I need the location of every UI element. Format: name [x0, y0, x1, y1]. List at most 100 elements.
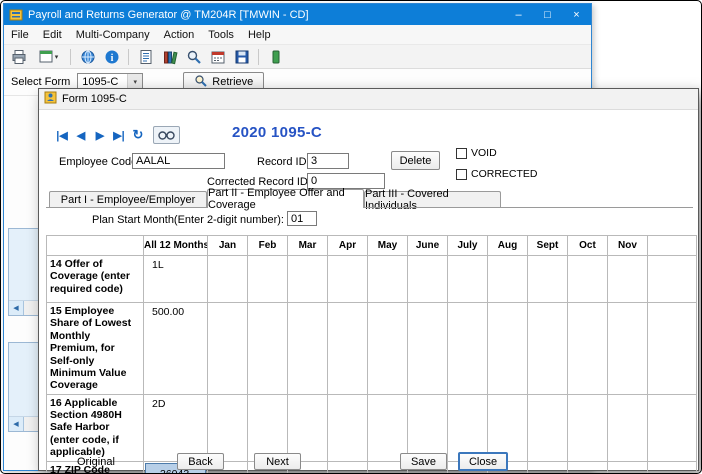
grid-cell[interactable]: [488, 256, 528, 303]
grid-cell[interactable]: [288, 303, 328, 395]
save-button[interactable]: Save: [400, 453, 447, 470]
grid-row-15: 15 Employee Share of Lowest Monthly Prem…: [47, 303, 697, 395]
grid-cell-all12[interactable]: 2D: [144, 394, 208, 461]
plan-start-month-label: Plan Start Month(Enter 2-digit number):: [92, 214, 284, 226]
grid-cell[interactable]: [568, 461, 608, 474]
print-icon[interactable]: [8, 46, 29, 67]
save-icon[interactable]: [231, 46, 252, 67]
search-icon[interactable]: [183, 46, 204, 67]
grid-cell[interactable]: [248, 303, 288, 395]
background-panel: ◀: [8, 228, 42, 316]
grid-cell[interactable]: [328, 303, 368, 395]
tab-part3-covered-individuals[interactable]: Part III - Covered Individuals: [364, 191, 501, 207]
grid-cell[interactable]: [328, 461, 368, 474]
grid-cell[interactable]: [528, 256, 568, 303]
void-checkbox[interactable]: VOID: [456, 147, 497, 159]
grid-cell[interactable]: [568, 394, 608, 461]
grid-cell[interactable]: [368, 394, 408, 461]
grid-cell[interactable]: [528, 461, 568, 474]
window-title: Payroll and Returns Generator @ TM204R […: [28, 9, 504, 21]
menu-multi-company[interactable]: Multi-Company: [69, 27, 157, 43]
previous-record-button[interactable]: ◀: [72, 126, 90, 144]
grid-cell[interactable]: [608, 303, 648, 395]
grid-cell[interactable]: [568, 256, 608, 303]
grid-cell[interactable]: [208, 394, 248, 461]
horizontal-scrollbar[interactable]: ◀: [9, 300, 41, 315]
grid-cell[interactable]: [568, 303, 608, 395]
toolbar-separator: [258, 49, 259, 65]
grid-cell[interactable]: [608, 461, 648, 474]
grid-cell[interactable]: [488, 303, 528, 395]
delete-button[interactable]: Delete: [391, 151, 440, 170]
scroll-left-icon[interactable]: ◀: [9, 417, 24, 431]
menu-edit[interactable]: Edit: [36, 27, 69, 43]
next-button[interactable]: Next: [254, 453, 301, 470]
grid-filler: [648, 256, 697, 303]
grid-row-16: 16 Applicable Section 4980H Safe Harbor …: [47, 394, 697, 461]
grid-cell[interactable]: [608, 394, 648, 461]
maximize-button[interactable]: □: [533, 4, 562, 25]
grid-cell-all12[interactable]: 1L: [144, 256, 208, 303]
tab-part2-offer-coverage[interactable]: Part II - Employee Offer and Coverage: [207, 189, 364, 208]
record-id-input[interactable]: [307, 153, 349, 169]
grid-header-row: All 12 Months Jan Feb Mar Apr May June J…: [47, 236, 697, 256]
minimize-button[interactable]: –: [504, 4, 533, 25]
preview-button[interactable]: [153, 126, 180, 144]
calendar-icon[interactable]: [207, 46, 228, 67]
grid-cell[interactable]: [288, 394, 328, 461]
menu-tools[interactable]: Tools: [201, 27, 241, 43]
web-icon[interactable]: [77, 46, 98, 67]
library-icon[interactable]: [159, 46, 180, 67]
grid-header: [47, 236, 144, 256]
grid-cell[interactable]: [288, 256, 328, 303]
grid-cell[interactable]: [208, 256, 248, 303]
plan-start-month-input[interactable]: [287, 211, 317, 226]
scroll-left-icon[interactable]: ◀: [9, 301, 24, 315]
grid-cell[interactable]: [328, 394, 368, 461]
last-record-button[interactable]: ▶|: [110, 126, 128, 144]
refresh-button[interactable]: ↻: [129, 126, 147, 144]
grid-cell-all12[interactable]: 500.00: [144, 303, 208, 395]
form-window-titlebar: Form 1095-C: [39, 89, 698, 110]
grid-header: Mar: [288, 236, 328, 256]
form-picker-icon[interactable]: ▾: [32, 46, 64, 67]
grid-cell[interactable]: [448, 303, 488, 395]
grid-cell[interactable]: [528, 303, 568, 395]
report-icon[interactable]: [135, 46, 156, 67]
info-icon[interactable]: i: [101, 46, 122, 67]
employee-code-input[interactable]: [132, 153, 225, 169]
form-1095c-window: Form 1095-C |◀ ◀ ▶ ▶| ↻ 2020 1095-C Empl…: [38, 88, 699, 471]
next-record-button[interactable]: ▶: [91, 126, 109, 144]
grid-cell[interactable]: [368, 303, 408, 395]
chevron-down-icon: ▾: [55, 53, 59, 61]
grid-cell[interactable]: [248, 394, 288, 461]
grid-cell[interactable]: [448, 256, 488, 303]
tab-part1-employee-employer[interactable]: Part I - Employee/Employer: [49, 191, 207, 207]
grid-cell[interactable]: [528, 394, 568, 461]
grid-cell[interactable]: [488, 394, 528, 461]
grid-cell[interactable]: [368, 256, 408, 303]
grid-cell[interactable]: [448, 394, 488, 461]
grid-cell[interactable]: [408, 303, 448, 395]
checkbox-box[interactable]: [456, 169, 467, 180]
grid-cell[interactable]: [408, 256, 448, 303]
back-button[interactable]: Back: [177, 453, 224, 470]
corrected-checkbox[interactable]: CORRECTED: [456, 168, 538, 180]
menu-action[interactable]: Action: [157, 27, 202, 43]
close-form-button[interactable]: Close: [458, 452, 508, 471]
grid-cell[interactable]: [328, 256, 368, 303]
menu-file[interactable]: File: [4, 27, 36, 43]
grid-cell[interactable]: [248, 256, 288, 303]
menu-help[interactable]: Help: [241, 27, 278, 43]
checkbox-box[interactable]: [456, 148, 467, 159]
first-record-button[interactable]: |◀: [53, 126, 71, 144]
grid-cell[interactable]: [208, 303, 248, 395]
grid-cell[interactable]: [408, 394, 448, 461]
form-year-title: 2020 1095-C: [232, 124, 322, 141]
grid-header: Oct: [568, 236, 608, 256]
close-button[interactable]: ×: [562, 4, 591, 25]
horizontal-scrollbar[interactable]: ◀: [9, 416, 41, 431]
exit-icon[interactable]: [265, 46, 286, 67]
grid-cell[interactable]: [608, 256, 648, 303]
form-body: |◀ ◀ ▶ ▶| ↻ 2020 1095-C Employee Code Re…: [39, 110, 698, 470]
